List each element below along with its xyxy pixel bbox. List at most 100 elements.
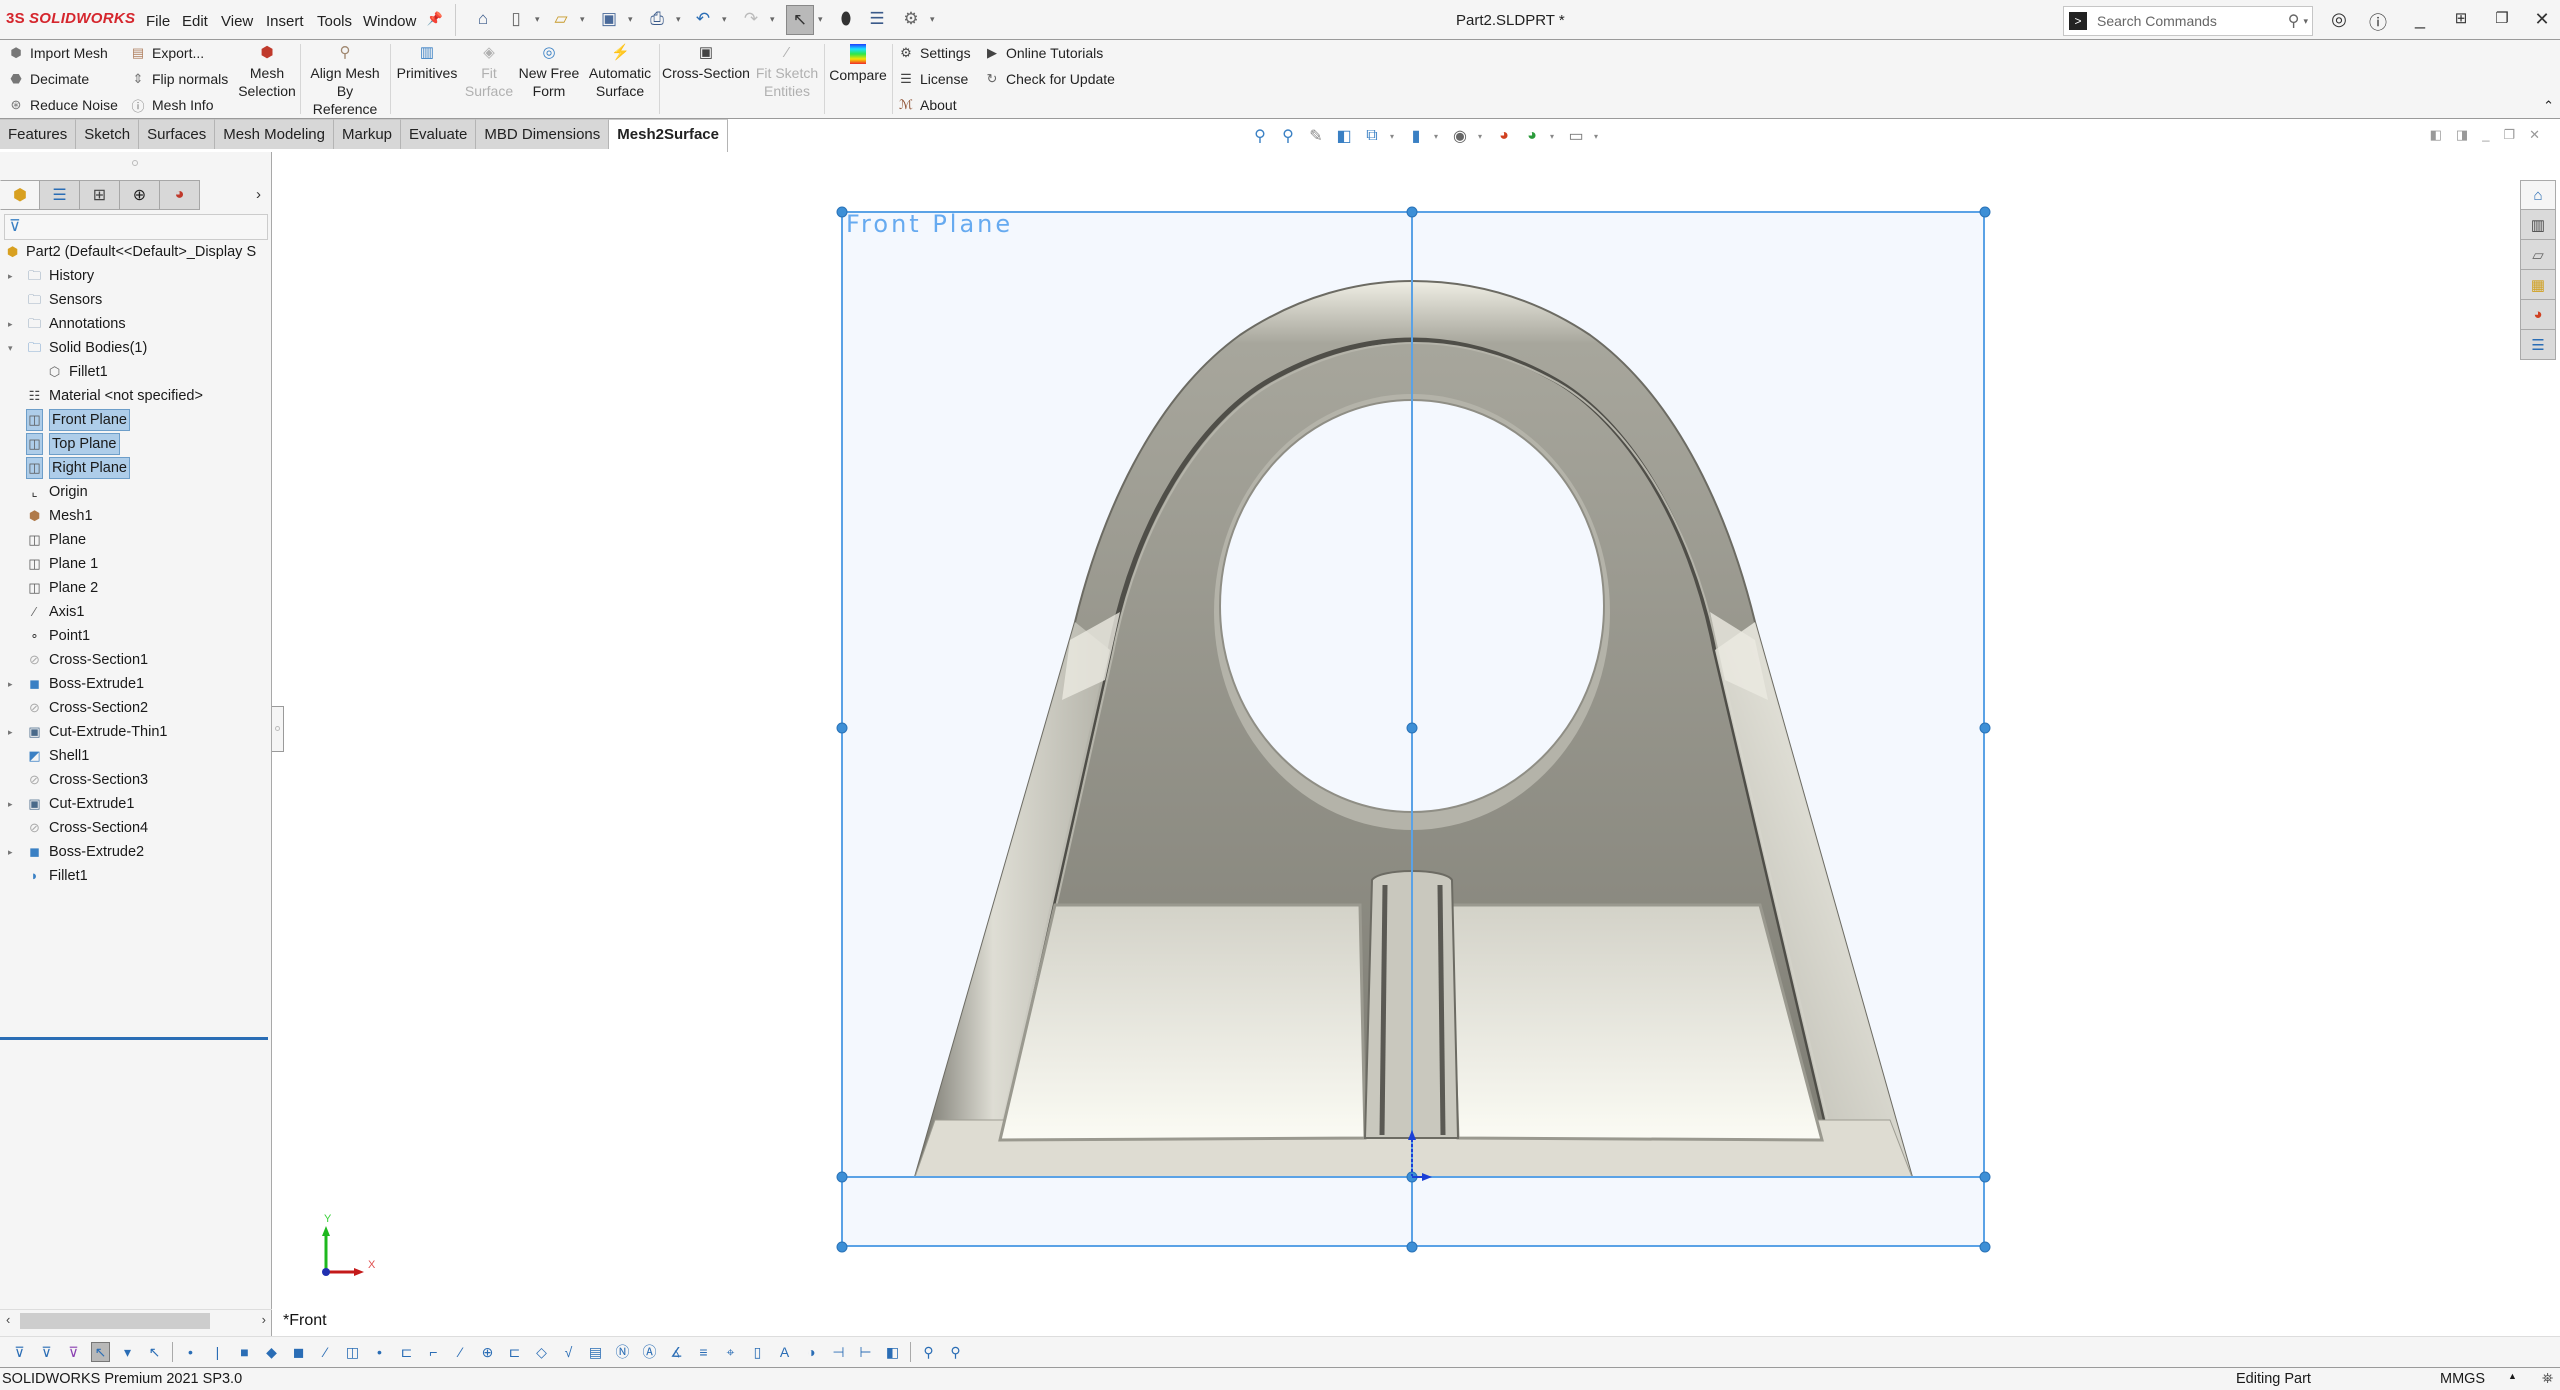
user-account-icon[interactable]: ◎: [2327, 9, 2351, 30]
tree-item[interactable]: ▸ ◼ Boss-Extrude1: [0, 672, 272, 696]
solidworks-logo[interactable]: 3S SOLIDWORKS: [6, 10, 135, 27]
tab-mbd-dimensions[interactable]: MBD Dimensions: [476, 119, 610, 149]
open-dropdown-icon[interactable]: ▾: [580, 14, 585, 25]
tree-item[interactable]: ☷ Material <not specified>: [0, 384, 272, 408]
filter-edges-icon[interactable]: |: [208, 1342, 227, 1362]
tree-item[interactable]: ⊘ Cross-Section3: [0, 768, 272, 792]
undo-icon[interactable]: ↶: [692, 8, 714, 30]
restore-icon[interactable]: ❐: [2490, 9, 2514, 27]
reduce-noise-button[interactable]: ⊛ Reduce Noise: [8, 97, 118, 113]
appearances-scenes-icon[interactable]: ◕: [2520, 300, 2556, 330]
tab-features[interactable]: Features: [0, 119, 77, 149]
redo-icon[interactable]: ↷: [740, 8, 762, 30]
previous-view-icon[interactable]: ✎: [1306, 126, 1326, 146]
units-menu-icon[interactable]: ▲: [2508, 1371, 2517, 1381]
collapse-arrow-icon[interactable]: ▾: [8, 336, 13, 360]
filter-routing-points-icon[interactable]: ⊢: [856, 1342, 875, 1362]
plane-handle[interactable]: [1979, 206, 1991, 218]
design-library-icon[interactable]: ▥: [2520, 210, 2556, 240]
tree-item[interactable]: 🗀 Sensors: [0, 288, 272, 312]
rebuild-icon[interactable]: ⬮: [835, 8, 857, 30]
expand-arrow-icon[interactable]: ▸: [8, 264, 13, 288]
tree-item[interactable]: ▸ 🗀 Annotations: [0, 312, 272, 336]
propertymanager-tab-icon[interactable]: ☰: [40, 180, 80, 210]
filter-gtol-icon[interactable]: ▤: [586, 1342, 605, 1362]
check-for-update-button[interactable]: ↻ Check for Update: [984, 71, 1115, 87]
decimate-button[interactable]: ⬣ Decimate: [8, 71, 89, 87]
file-properties-icon[interactable]: ☰: [866, 8, 888, 30]
filter-vertices-icon[interactable]: •: [181, 1342, 200, 1362]
fit-surface-button[interactable]: ◈ Fit Surface: [462, 44, 516, 100]
custom-properties-icon[interactable]: ☰: [2520, 330, 2556, 360]
filter-curves-icon[interactable]: ⁄: [451, 1342, 470, 1362]
more-tabs-chevron-icon[interactable]: ›: [256, 186, 261, 203]
tree-item[interactable]: ◫ Right Plane: [0, 456, 272, 480]
fit-sketch-entities-button[interactable]: ⁄ Fit Sketch Entities: [752, 44, 822, 100]
tab-markup[interactable]: Markup: [333, 119, 402, 149]
plane-handle[interactable]: [1979, 1171, 1991, 1183]
apply-scene-icon[interactable]: ◕: [1522, 127, 1542, 145]
cross-section-button[interactable]: ▣ Cross-Section: [662, 44, 750, 82]
tree-item[interactable]: ▾ 🗀 Solid Bodies(1): [0, 336, 272, 360]
document-restore-icon[interactable]: ❐: [2503, 127, 2515, 143]
tree-item[interactable]: ◗ Fillet1: [0, 864, 272, 888]
tree-filter-icon[interactable]: ⊽: [4, 214, 268, 240]
scroll-right-icon[interactable]: ›: [262, 1312, 266, 1327]
tree-item[interactable]: ▸ ▣ Cut-Extrude1: [0, 792, 272, 816]
filter-axes-icon[interactable]: ⁄: [316, 1342, 335, 1362]
redo-dropdown-icon[interactable]: ▾: [770, 14, 775, 25]
expand-arrow-icon[interactable]: ▸: [8, 720, 13, 744]
menu-edit[interactable]: Edit: [182, 13, 208, 30]
expand-arrow-icon[interactable]: ▸: [8, 312, 13, 336]
tab-evaluate[interactable]: Evaluate: [401, 119, 477, 149]
online-tutorials-button[interactable]: ▶ Online Tutorials: [984, 45, 1103, 61]
plane-handle[interactable]: [1406, 1241, 1418, 1253]
plane-handle[interactable]: [1406, 206, 1418, 218]
panel-collapse-handle[interactable]: [272, 706, 284, 752]
tree-root[interactable]: ⬢ Part2 (Default<<Default>_Display S: [0, 240, 272, 264]
tab-surfaces[interactable]: Surfaces: [139, 119, 216, 149]
close-icon[interactable]: ✕: [2530, 9, 2554, 30]
minimize-icon[interactable]: _: [2408, 9, 2432, 30]
collapse-ribbon-icon[interactable]: ⌃: [2543, 98, 2554, 114]
tree-item[interactable]: ⁄ Axis1: [0, 600, 272, 624]
menu-tools[interactable]: Tools: [317, 13, 352, 30]
document-close-icon[interactable]: ✕: [2529, 127, 2540, 143]
clear-filters-icon[interactable]: ⊽: [37, 1342, 56, 1362]
filter-points-icon[interactable]: •: [370, 1342, 389, 1362]
menu-file[interactable]: File: [146, 13, 170, 30]
panel-horizontal-scrollbar[interactable]: ‹ ›: [0, 1309, 272, 1331]
tree-item[interactable]: ▸ 🗀 History: [0, 264, 272, 288]
pin-icon[interactable]: 📌: [424, 8, 446, 30]
tree-item[interactable]: ◫ Plane: [0, 528, 272, 552]
quick-tips-icon[interactable]: ⛯: [2542, 1370, 2553, 1387]
menu-window[interactable]: Window: [363, 13, 416, 30]
rollback-bar[interactable]: [0, 1037, 268, 1040]
display-style-icon[interactable]: ▮: [1406, 126, 1426, 146]
plane-handle[interactable]: [836, 206, 848, 218]
search-commands-input[interactable]: > Search Commands ⚲ ▾: [2063, 6, 2313, 36]
export-button[interactable]: ▤ Export...: [130, 45, 204, 61]
tree-item[interactable]: ◫ Top Plane: [0, 432, 272, 456]
filter-sketch-points-icon[interactable]: ⌐: [424, 1342, 443, 1362]
settings-button[interactable]: ⚙ Settings: [898, 45, 970, 61]
open-icon[interactable]: ▱: [550, 8, 572, 30]
options-gear-icon[interactable]: ⚙: [900, 8, 922, 30]
tree-item[interactable]: ⬢ Mesh1: [0, 504, 272, 528]
save-dropdown-icon[interactable]: ▾: [628, 14, 633, 25]
plane-handle[interactable]: [1979, 1241, 1991, 1253]
view-orientation-dropdown-icon[interactable]: ▾: [1390, 132, 1398, 141]
unit-system[interactable]: MMGS: [2440, 1371, 2485, 1387]
expand-arrow-icon[interactable]: ▸: [8, 792, 13, 816]
print-icon[interactable]: ⎙: [646, 8, 668, 30]
search-icon[interactable]: ⚲: [2288, 11, 2300, 31]
tree-item[interactable]: ◩ Shell1: [0, 744, 272, 768]
filter-cosmetic-thread-icon[interactable]: ▯: [748, 1342, 767, 1362]
hide-show-items-icon[interactable]: ◉: [1450, 126, 1470, 146]
tree-item[interactable]: ◫ Plane 2: [0, 576, 272, 600]
tree-item[interactable]: ◫ Front Plane: [0, 408, 272, 432]
filter-connection-points-icon[interactable]: ⊣: [829, 1342, 848, 1362]
automatic-surface-button[interactable]: ⚡ Automatic Surface: [584, 44, 656, 100]
solidworks-resources-icon[interactable]: ⌂: [2520, 180, 2556, 210]
select-other-icon[interactable]: ↖: [145, 1342, 164, 1362]
